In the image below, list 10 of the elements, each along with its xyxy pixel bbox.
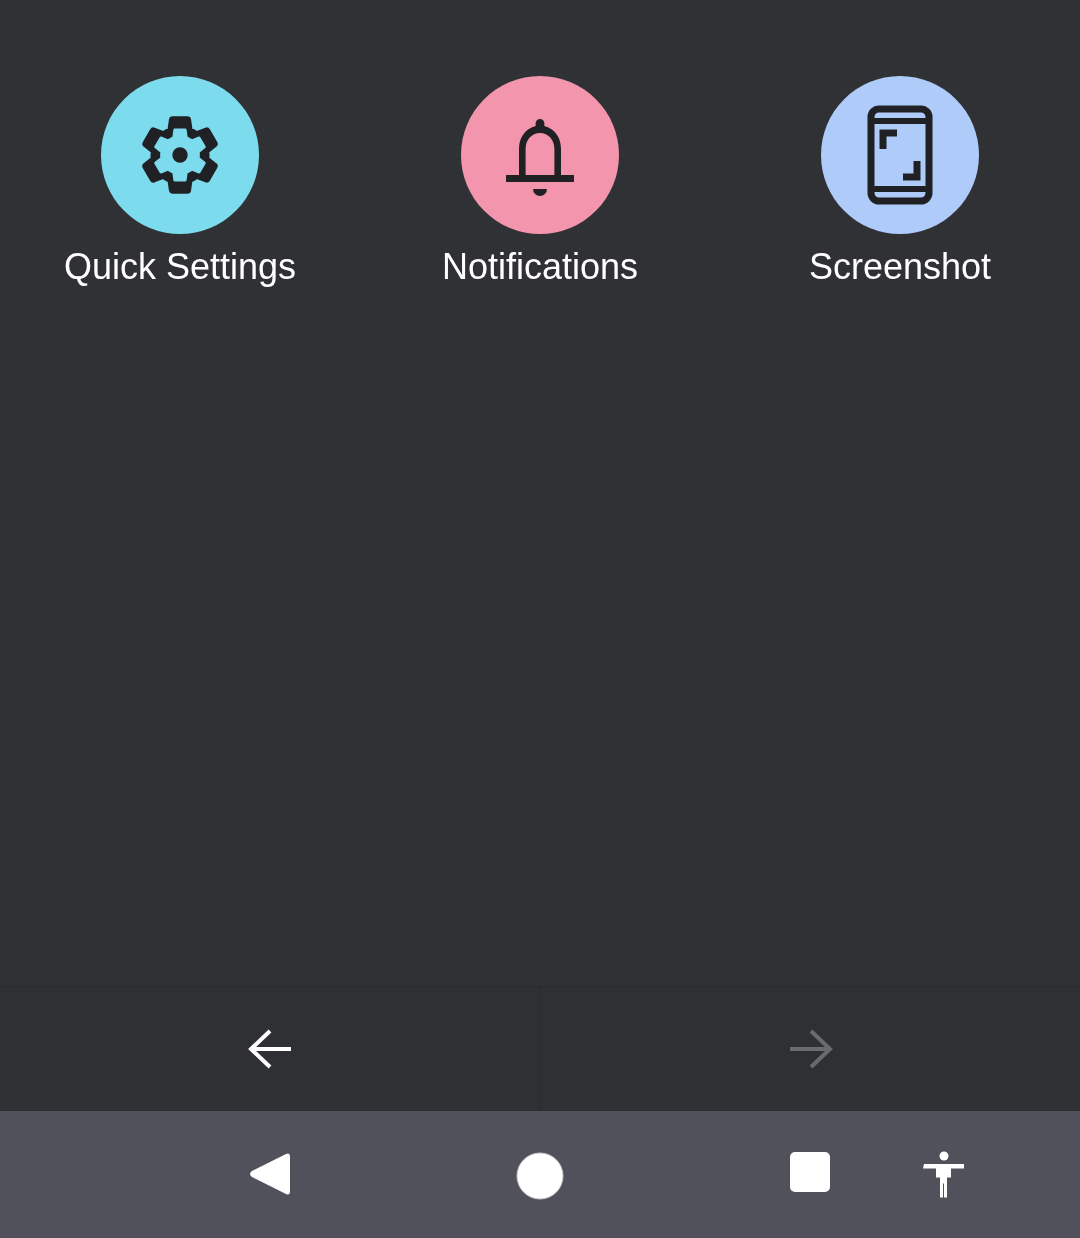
phone-icon [867, 105, 933, 205]
left-arrow-icon [247, 1028, 293, 1070]
shortcut-label: Screenshot [808, 246, 992, 288]
shortcut-label: Notifications [441, 246, 639, 288]
shortcut-label: Quick Settings [63, 246, 297, 288]
recents-icon[interactable] [789, 1151, 831, 1193]
back-icon[interactable] [248, 1151, 290, 1197]
accessibility-icon[interactable] [922, 1151, 966, 1199]
right-arrow-icon [787, 1028, 834, 1070]
home-icon[interactable] [515, 1151, 565, 1201]
